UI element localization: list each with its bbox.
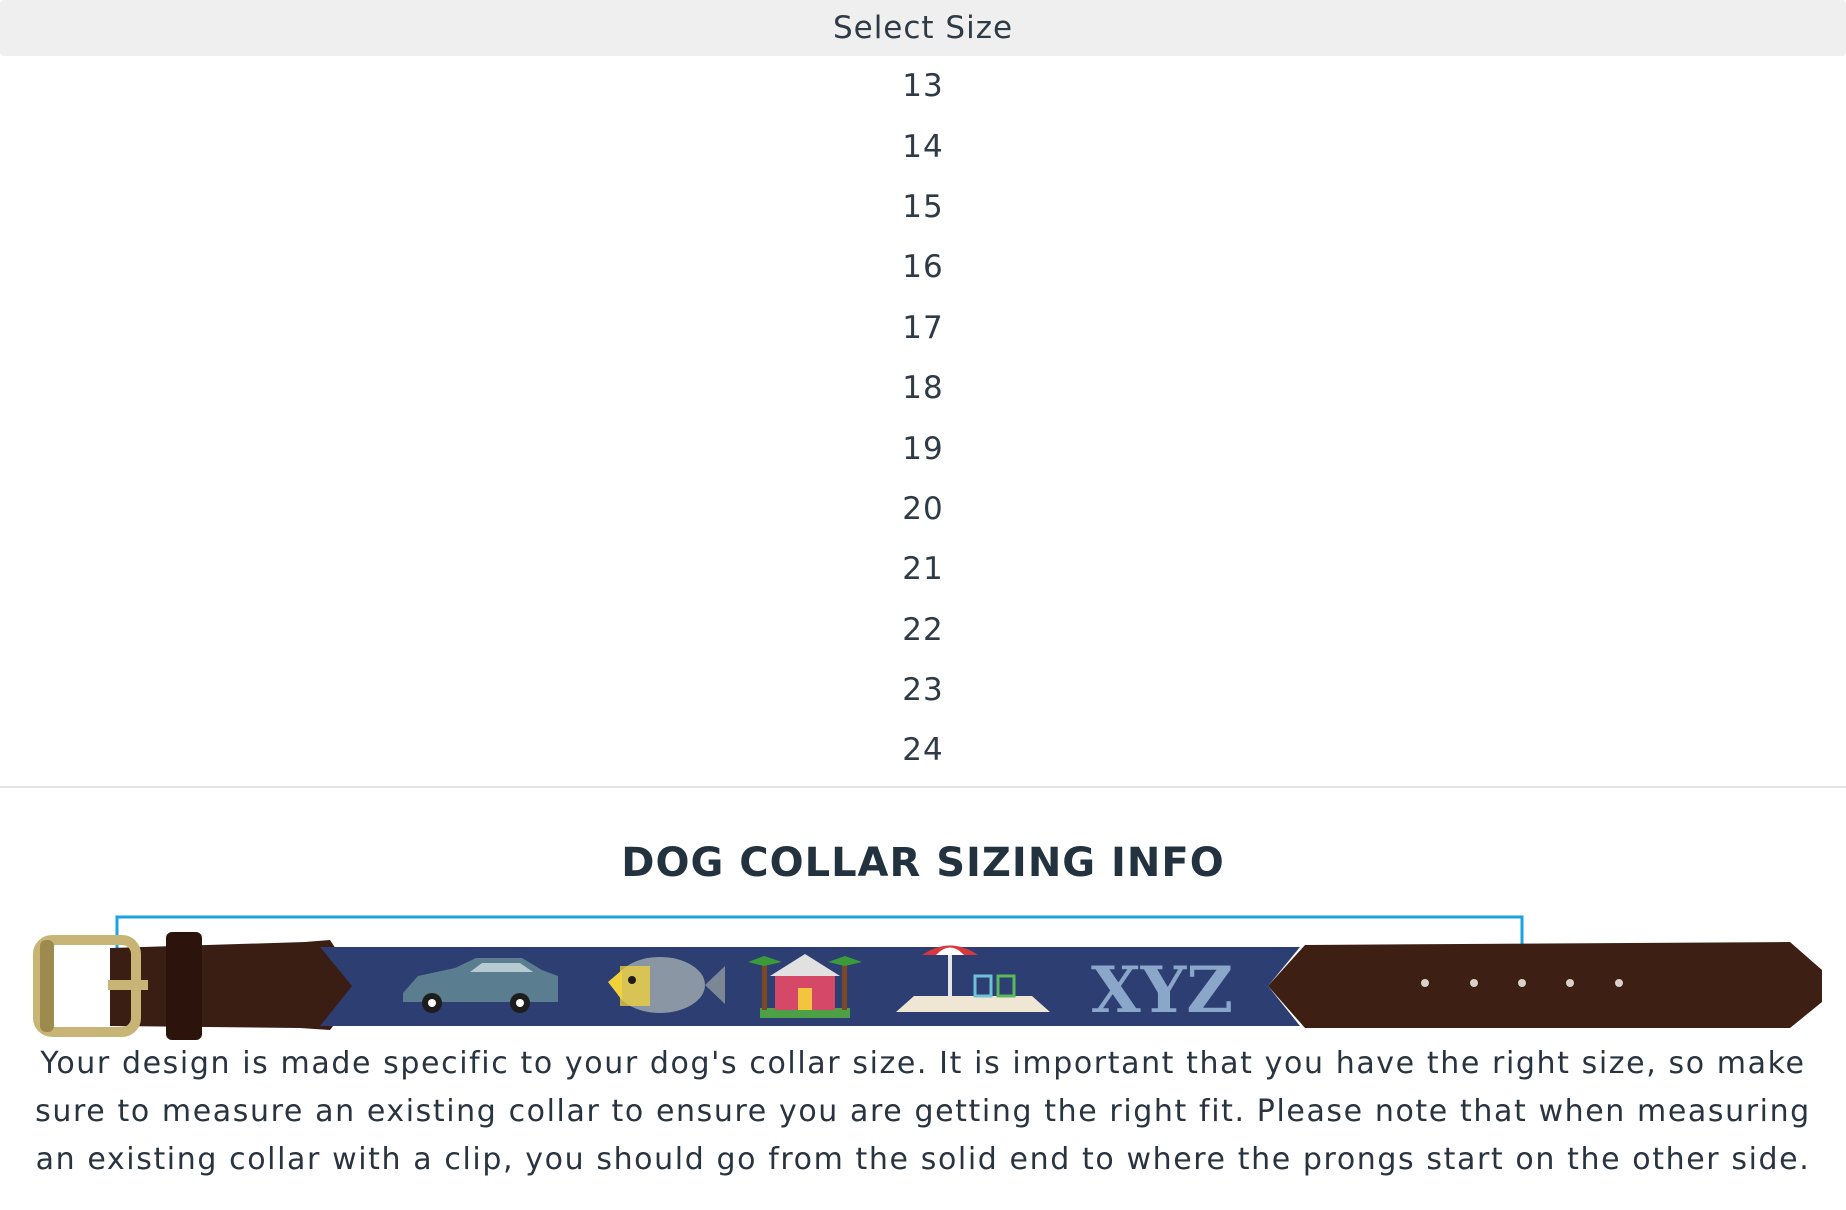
size-options-list: 13 14 15 16 17 18 19 20 21 22 23 24: [0, 56, 1846, 781]
size-option[interactable]: 18: [0, 358, 1846, 418]
size-option[interactable]: 19: [0, 418, 1846, 478]
sizing-info-title: DOG COLLAR SIZING INFO: [621, 840, 1225, 886]
collar-monogram: XYZ: [1091, 953, 1233, 1028]
size-option[interactable]: 16: [0, 237, 1846, 297]
size-option[interactable]: 17: [0, 298, 1846, 358]
collar-keeper-loop: [166, 932, 202, 1040]
section-divider: [0, 786, 1846, 788]
collar-diagram: XYZ: [33, 915, 1822, 1040]
size-option[interactable]: 24: [0, 720, 1846, 780]
collar-leather-right: [1268, 942, 1822, 1028]
buckle-icon: [33, 935, 148, 1037]
size-option[interactable]: 15: [0, 177, 1846, 237]
sizing-description: Your design is made specific to your dog…: [35, 1046, 1811, 1177]
size-option[interactable]: 13: [0, 56, 1846, 116]
size-option[interactable]: 21: [0, 539, 1846, 599]
select-size-header[interactable]: Select Size: [0, 0, 1846, 56]
house-icon: [748, 954, 862, 1018]
size-option[interactable]: 23: [0, 660, 1846, 720]
size-option[interactable]: 14: [0, 116, 1846, 176]
size-option[interactable]: 20: [0, 479, 1846, 539]
size-option[interactable]: 22: [0, 600, 1846, 660]
